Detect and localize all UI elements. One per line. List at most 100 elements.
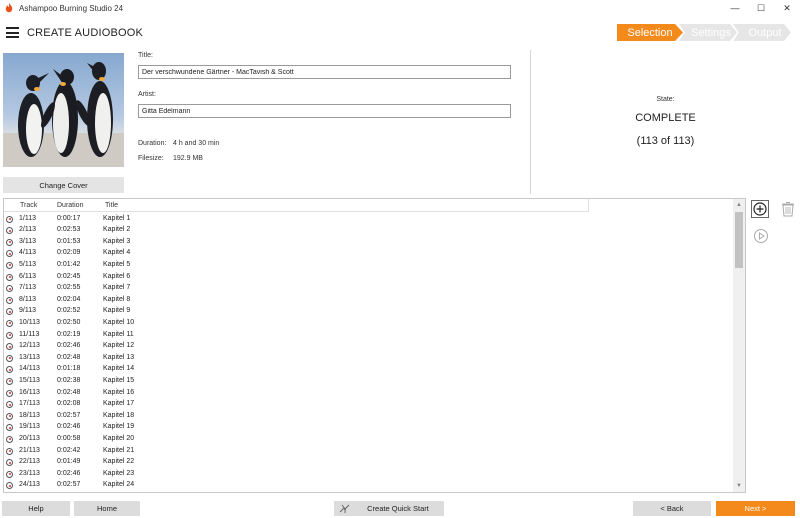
track-duration: 0:02:38 [57, 376, 81, 384]
track-duration: 0:00:17 [57, 214, 81, 222]
change-cover-button[interactable]: Change Cover [3, 177, 124, 193]
track-number: 7/113 [19, 284, 36, 292]
step-settings[interactable]: Settings [679, 24, 737, 41]
scroll-up-arrow-icon[interactable]: ▲ [733, 199, 745, 211]
quick-start-icon [339, 504, 350, 513]
scroll-down-arrow-icon[interactable]: ▼ [733, 480, 745, 492]
trash-icon[interactable] [779, 200, 797, 218]
table-row[interactable]: 5/113 0:01:42 Kapitel 5 [4, 259, 734, 271]
track-title: Kapitel 14 [103, 365, 135, 373]
column-track[interactable]: Track [20, 202, 37, 209]
table-row[interactable]: 20/113 0:00:58 Kapitel 20 [4, 433, 734, 445]
track-number: 10/113 [19, 318, 40, 326]
audio-file-icon [6, 470, 13, 478]
table-row[interactable]: 8/113 0:02:04 Kapitel 8 [4, 294, 734, 306]
title-field[interactable] [138, 65, 511, 79]
scrollbar[interactable]: ▲ ▼ [733, 199, 745, 492]
track-duration: 0:01:49 [57, 458, 81, 466]
audio-file-icon [6, 308, 13, 316]
track-duration: 0:02:48 [57, 353, 81, 361]
create-quick-start-button[interactable]: Create Quick Start [334, 501, 444, 516]
table-row[interactable]: 2/113 0:02:53 Kapitel 2 [4, 225, 734, 237]
track-number: 4/113 [19, 249, 36, 257]
filesize-info: Filesize: 192.9 MB [138, 155, 203, 162]
step-output[interactable]: Output [733, 24, 791, 41]
table-row[interactable]: 13/113 0:02:48 Kapitel 13 [4, 352, 734, 364]
table-row[interactable]: 21/113 0:02:42 Kapitel 21 [4, 445, 734, 457]
table-row[interactable]: 17/113 0:02:08 Kapitel 17 [4, 399, 734, 411]
audio-file-icon [6, 482, 13, 490]
table-row[interactable]: 9/113 0:02:52 Kapitel 9 [4, 306, 734, 318]
track-number: 11/113 [19, 330, 40, 338]
table-row[interactable]: 7/113 0:02:55 Kapitel 7 [4, 283, 734, 295]
close-button[interactable]: ✕ [774, 0, 800, 16]
table-row[interactable]: 15/113 0:02:38 Kapitel 15 [4, 375, 734, 387]
track-title: Kapitel 9 [103, 307, 131, 315]
column-title[interactable]: Title [105, 202, 118, 209]
track-title: Kapitel 21 [103, 446, 135, 454]
table-row[interactable]: 1/113 0:00:17 Kapitel 1 [4, 213, 734, 225]
artist-label: Artist: [138, 91, 156, 98]
back-button[interactable]: < Back [633, 501, 711, 516]
table-row[interactable]: 14/113 0:01:18 Kapitel 14 [4, 364, 734, 376]
track-duration: 0:01:18 [57, 365, 81, 373]
table-row[interactable]: 11/113 0:02:19 Kapitel 11 [4, 329, 734, 341]
table-row[interactable]: 24/113 0:02:57 Kapitel 24 [4, 480, 734, 492]
scroll-thumb[interactable] [735, 212, 743, 268]
help-button[interactable]: Help [2, 501, 70, 516]
cover-image [3, 53, 124, 167]
minimize-button[interactable]: — [722, 0, 748, 16]
audio-file-icon [6, 435, 13, 443]
track-title: Kapitel 18 [103, 411, 135, 419]
wizard-steps: Selection Settings Output [617, 24, 791, 41]
state-label: State: [656, 96, 675, 103]
audio-file-icon [6, 296, 13, 304]
track-title: Kapitel 19 [103, 423, 135, 431]
table-row[interactable]: 10/113 0:02:50 Kapitel 10 [4, 317, 734, 329]
track-duration: 0:02:19 [57, 330, 81, 338]
table-row[interactable]: 23/113 0:02:46 Kapitel 23 [4, 468, 734, 480]
artist-field[interactable] [138, 104, 511, 118]
add-icon[interactable] [751, 200, 769, 218]
track-duration: 0:02:46 [57, 469, 81, 477]
table-row[interactable]: 18/113 0:02:57 Kapitel 18 [4, 410, 734, 422]
hamburger-menu-icon[interactable] [6, 27, 19, 38]
audio-file-icon [6, 412, 13, 420]
track-title: Kapitel 7 [103, 284, 131, 292]
page-title: CREATE AUDIOBOOK [27, 27, 144, 39]
table-row[interactable]: 16/113 0:02:48 Kapitel 16 [4, 387, 734, 399]
track-title: Kapitel 8 [103, 295, 131, 303]
duration-label: Duration: [138, 140, 167, 147]
table-row[interactable]: 3/113 0:01:53 Kapitel 3 [4, 236, 734, 248]
track-duration: 0:02:53 [57, 226, 81, 234]
play-icon[interactable] [752, 227, 770, 245]
table-row[interactable]: 22/113 0:01:49 Kapitel 22 [4, 457, 734, 469]
track-duration: 0:00:58 [57, 434, 81, 442]
audio-file-icon [6, 424, 13, 432]
home-button[interactable]: Home [74, 501, 140, 516]
track-duration: 0:02:57 [57, 481, 81, 489]
next-button[interactable]: Next > [716, 501, 795, 516]
track-number: 12/113 [19, 342, 40, 350]
track-title: Kapitel 12 [103, 342, 135, 350]
audio-file-icon [6, 215, 13, 223]
audio-file-icon [6, 250, 13, 258]
maximize-button[interactable]: ☐ [748, 0, 774, 16]
track-list[interactable]: Track Duration Title 1/113 0:00:17 Kapitel… [3, 198, 746, 493]
track-number: 5/113 [19, 260, 36, 268]
step-selection[interactable]: Selection [617, 24, 683, 41]
column-duration[interactable]: Duration [57, 202, 83, 209]
table-row[interactable]: 4/113 0:02:09 Kapitel 4 [4, 248, 734, 260]
table-row[interactable]: 19/113 0:02:46 Kapitel 19 [4, 422, 734, 434]
filesize-label: Filesize: [138, 155, 164, 162]
table-row[interactable]: 6/113 0:02:45 Kapitel 6 [4, 271, 734, 283]
track-duration: 0:01:53 [57, 237, 81, 245]
state-value: COMPLETE [635, 112, 696, 124]
track-number: 3/113 [19, 237, 36, 245]
audio-file-icon [6, 238, 13, 246]
track-title: Kapitel 6 [103, 272, 131, 280]
track-title: Kapitel 1 [103, 214, 131, 222]
audio-file-icon [6, 459, 13, 467]
track-duration: 0:02:09 [57, 249, 81, 257]
table-row[interactable]: 12/113 0:02:46 Kapitel 12 [4, 341, 734, 353]
